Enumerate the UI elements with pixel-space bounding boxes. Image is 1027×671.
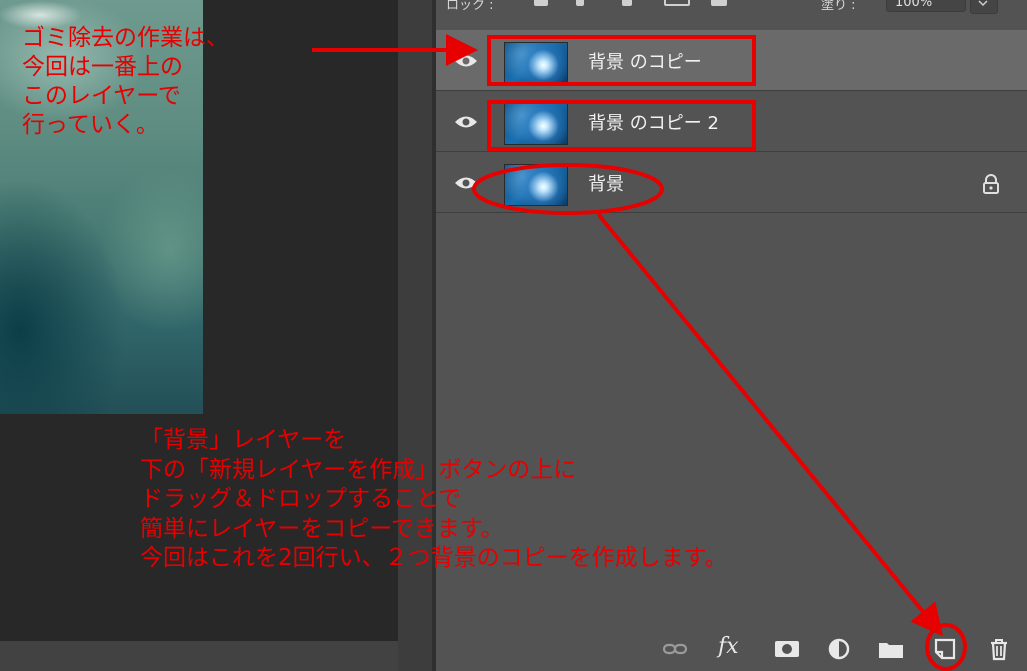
annotation-line: 今回は一番上の [22,54,183,80]
lock-pixels-icon[interactable] [534,0,548,6]
fill-input[interactable]: 100% [886,0,966,12]
lock-artboard-icon[interactable] [664,0,690,6]
layer-name[interactable]: 背景 [588,170,624,196]
adjustment-layer-icon[interactable] [824,634,854,664]
lock-icon[interactable] [982,174,1000,194]
annotation-line: このレイヤーで [22,83,181,109]
visibility-eye-icon[interactable] [454,54,478,68]
annotation-top: ゴミ除去の作業は、 今回は一番上の このレイヤーで 行っていく。 [22,24,229,140]
fill-dropdown-button[interactable] [970,0,998,14]
canvas-status-strip [0,641,398,671]
annotation-line: 簡単にレイヤーをコピーできます。 [140,515,504,542]
layer-thumbnail [504,103,568,145]
annotation-line: 「背景」レイヤーを [140,427,347,453]
layer-row-background-copy-2[interactable]: 背景 のコピー 2 [436,91,1027,152]
add-mask-icon[interactable] [772,634,802,664]
annotation-line: 行っていく。 [22,112,159,138]
visibility-eye-icon[interactable] [454,115,478,129]
visibility-eye-icon[interactable] [454,176,478,190]
annotation-line: 今回はこれを2回行い、２つ背景のコピーを作成します。 [140,545,728,571]
lock-brush-icon[interactable] [576,0,584,6]
layer-row-background-copy[interactable]: 背景 のコピー [436,30,1027,91]
layer-row-background[interactable]: 背景 [436,152,1027,213]
annotation-line: ドラッグ＆ドロップすることで [140,486,462,512]
fill-label: 塗り : [821,0,856,13]
layer-thumbnail [504,164,568,206]
layer-name[interactable]: 背景 のコピー 2 [588,109,719,135]
new-group-icon[interactable] [876,634,906,664]
annotation-line: ゴミ除去の作業は、 [22,25,229,51]
fx-icon[interactable]: fx [718,634,739,659]
lock-all-icon[interactable] [711,0,727,6]
annotation-line: 下の「新規レイヤーを作成」ボタンの上に [140,456,577,483]
annotation-bottom: 「背景」レイヤーを 下の「新規レイヤーを作成」ボタンの上に ドラッグ＆ドロップす… [140,426,727,574]
new-layer-icon[interactable] [930,634,960,664]
chevron-down-icon [978,0,988,7]
layer-thumbnail [504,42,568,84]
delete-layer-icon[interactable] [984,634,1014,664]
layer-name[interactable]: 背景 のコピー [588,48,702,74]
lock-label: ロック : [446,0,494,13]
layers-panel-header: ロック : 塗り : 100% [436,0,1027,22]
link-layers-icon[interactable] [660,634,690,664]
layers-panel-toolbar: fx [436,626,1027,671]
lock-position-icon[interactable] [622,0,632,6]
